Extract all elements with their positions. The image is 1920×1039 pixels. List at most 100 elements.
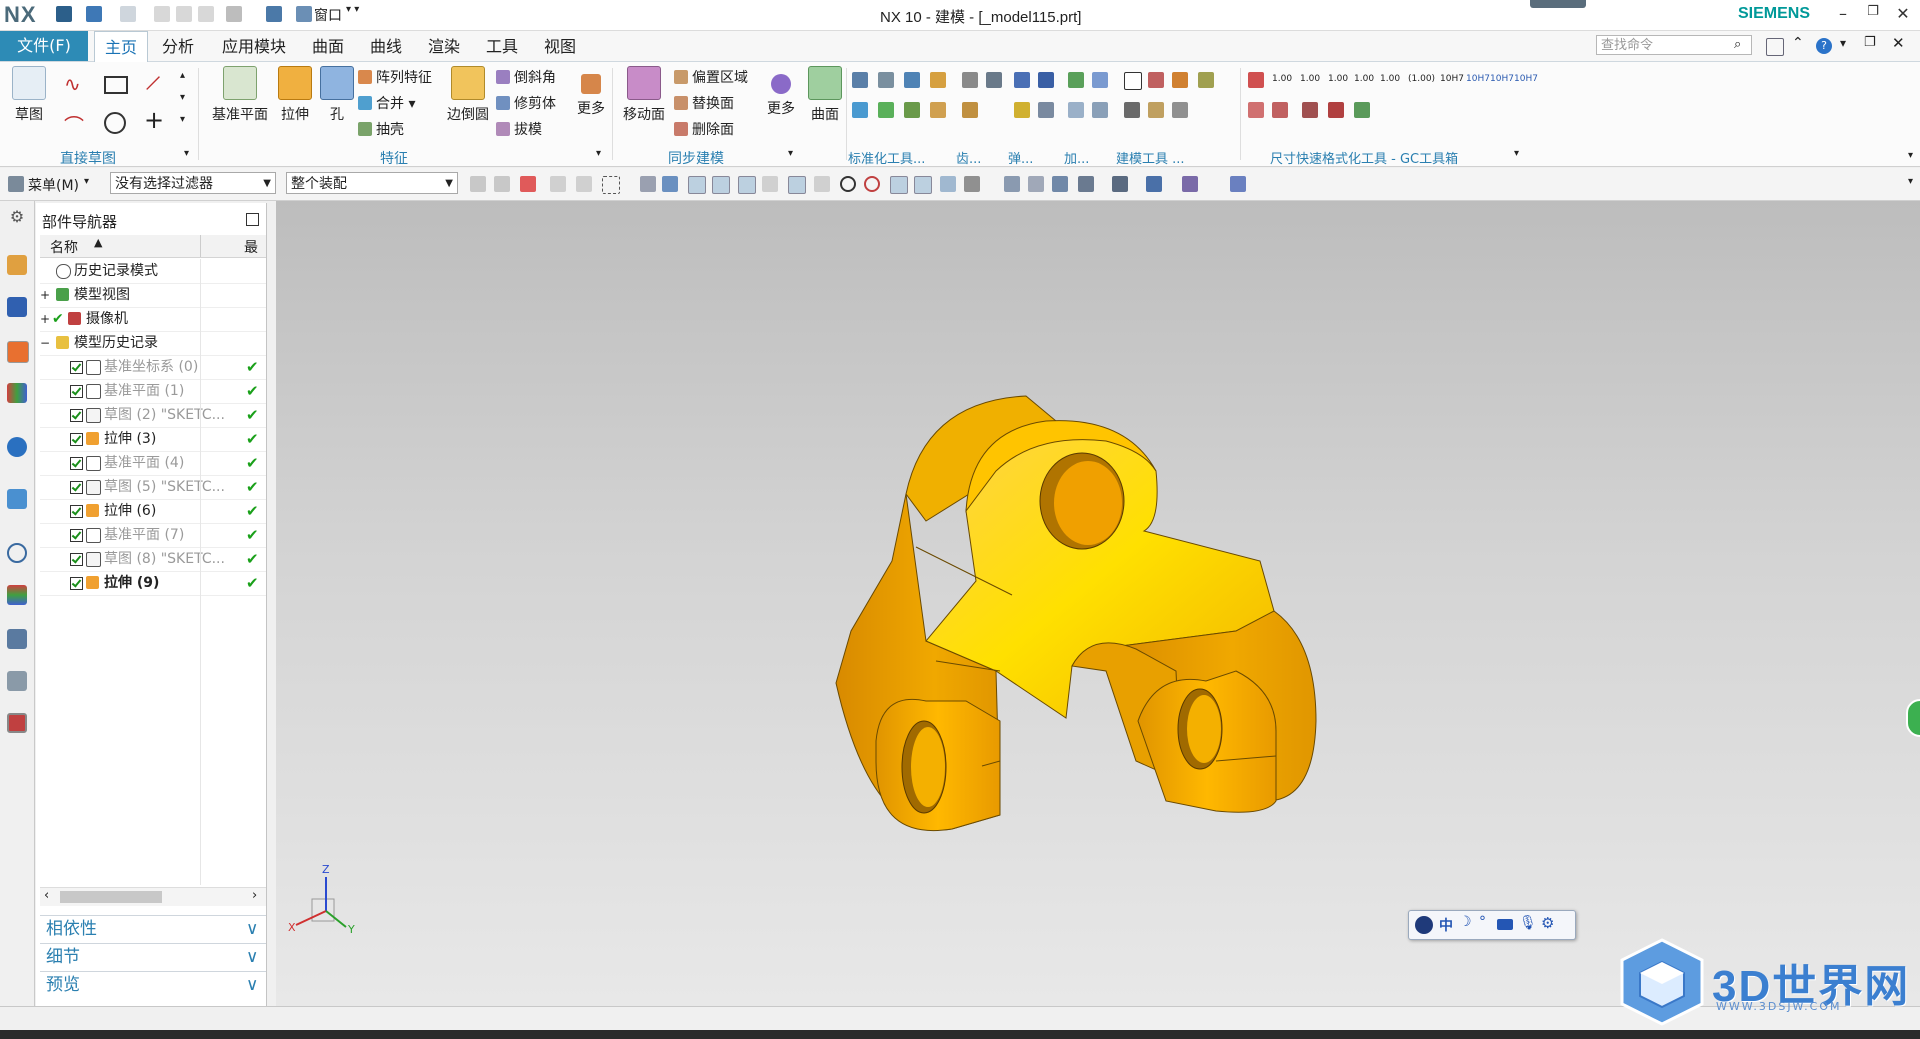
tool-icon[interactable] [1068,72,1084,88]
close-button[interactable]: ✕ [1890,4,1916,23]
snap-icon[interactable] [864,176,880,192]
snap-icon[interactable] [964,176,980,192]
gear-icon[interactable]: ⚙ [7,207,27,227]
tree-row[interactable]: − 模型历史记录 [40,331,266,356]
chevron-down-icon[interactable]: ▾ [1908,150,1913,161]
filter-icon[interactable] [494,176,510,192]
constraint-navigator-icon[interactable] [7,297,27,317]
tab-view[interactable]: 视图 [534,31,586,61]
hd3d-tools-icon[interactable] [7,437,27,457]
undo-icon[interactable] [86,6,102,22]
reuse-library-icon[interactable] [7,383,27,403]
dim-icon[interactable] [1248,102,1264,118]
checkbox[interactable] [70,385,83,398]
tab-file[interactable]: 文件(F) [0,31,88,61]
scope-dropdown[interactable]: 整个装配 ▼ [286,172,458,194]
tool-icon[interactable] [1092,102,1108,118]
trim-body-button[interactable]: 修剪体 [496,94,556,114]
tab-curve[interactable]: 曲线 [360,31,412,61]
dim-icon[interactable] [1328,102,1344,118]
more-sketch-icon[interactable]: ▴ ▾ ▾ [180,70,185,125]
chevron-down-icon[interactable]: ∨ [246,944,258,970]
type-filter-dropdown[interactable]: 没有选择过滤器 ▼ [110,172,276,194]
tree-row[interactable]: 基准平面 (7) ✔ [40,523,266,548]
restore-button[interactable]: ❐ [1860,4,1886,19]
view-icon[interactable] [640,176,656,192]
snap-icon[interactable] [890,176,908,194]
view-icon[interactable] [1052,176,1068,192]
tree-row[interactable]: 拉伸 (9) ✔ [40,571,266,596]
command-search-input[interactable]: 查找命令 [1596,35,1752,55]
window-menu[interactable]: 窗口 [314,5,342,25]
surface-button[interactable]: 曲面 [800,66,850,124]
cut-icon[interactable] [154,6,170,22]
tool-icon[interactable] [1172,102,1188,118]
redo-icon[interactable] [120,6,136,22]
system-scenes-icon[interactable] [7,713,27,733]
window-layout-icon[interactable] [1766,38,1784,56]
view-icon[interactable] [1078,176,1094,192]
microphone-icon[interactable]: 🎙 [1519,915,1537,931]
graphics-window[interactable]: Z X Y [276,201,1920,1006]
chevron-down-icon[interactable]: ∨ [246,916,258,942]
collapse-icon[interactable]: − [40,331,50,355]
tool-icon[interactable] [986,72,1002,88]
dim-icon[interactable] [1354,102,1370,118]
help-icon[interactable]: ? [1816,38,1832,54]
tool-icon[interactable] [1172,72,1188,88]
view-icon[interactable] [1230,176,1246,192]
touch-mode-icon[interactable] [266,6,282,22]
copy-icon[interactable] [176,6,192,22]
tool-icon[interactable] [1014,102,1030,118]
tree-row[interactable]: 拉伸 (6) ✔ [40,499,266,524]
edge-blend-button[interactable]: 边倒圆 [440,66,496,124]
ime-mode-label[interactable]: 中 [1439,915,1453,935]
tree-row[interactable]: 基准平面 (4) ✔ [40,451,266,476]
web-browser-icon[interactable] [7,489,27,509]
moon-icon[interactable]: ☽ [1459,914,1472,930]
point-icon[interactable]: + [144,106,164,134]
chevron-down-icon[interactable]: ▾ [84,176,89,187]
dim-icon[interactable] [1248,72,1264,88]
tab-surface[interactable]: 曲面 [302,31,354,61]
tool-icon[interactable] [878,72,894,88]
tool-icon[interactable] [1068,102,1084,118]
tree-row[interactable]: + 模型视图 [40,283,266,308]
dim-icon[interactable] [1302,102,1318,118]
filter-icon[interactable] [550,176,566,192]
save-icon[interactable] [56,6,72,22]
dim-format-button[interactable]: 1.00 [1272,74,1292,84]
dim-format-button[interactable]: 10H7 [1466,74,1490,84]
tab-home[interactable]: 主页 [94,31,149,62]
snap-icon[interactable] [788,176,806,194]
column-latest-header[interactable]: 最 [244,237,258,257]
checkbox[interactable] [70,553,83,566]
snap-icon[interactable] [814,176,830,192]
pattern-feature-button[interactable]: 阵列特征 [358,68,432,88]
tool-icon[interactable] [930,72,946,88]
tool-icon[interactable] [1198,72,1214,88]
tab-application[interactable]: 应用模块 [212,31,296,61]
expand-icon[interactable]: + [40,283,50,307]
dim-format-button[interactable]: 10H7 [1514,74,1538,84]
chevron-down-icon[interactable]: ▾ [1908,176,1913,187]
delete-face-button[interactable]: 删除面 [674,120,734,140]
sketch-button[interactable]: 草图 [4,66,54,124]
snap-icon[interactable] [712,176,730,194]
preview-panel[interactable]: 预览 ∨ [40,971,266,998]
line-icon[interactable]: — [136,66,167,97]
tool-icon[interactable] [962,72,978,88]
dim-format-button[interactable]: 10H7 [1440,74,1464,84]
tool-icon[interactable] [1148,102,1164,118]
assembly-navigator-icon[interactable] [7,255,27,275]
part-navigator-icon[interactable] [7,341,29,363]
snap-icon[interactable] [738,176,756,194]
maximize-panel-icon[interactable] [246,213,259,226]
view-icon[interactable] [1112,176,1128,192]
checkbox[interactable] [70,433,83,446]
tab-tools[interactable]: 工具 [476,31,528,61]
tree-row[interactable]: 基准坐标系 (0) ✔ [40,355,266,380]
tree-row[interactable]: 拉伸 (3) ✔ [40,427,266,452]
profile-icon[interactable]: ∿ [64,72,81,96]
notification-bubble[interactable] [1906,699,1920,737]
